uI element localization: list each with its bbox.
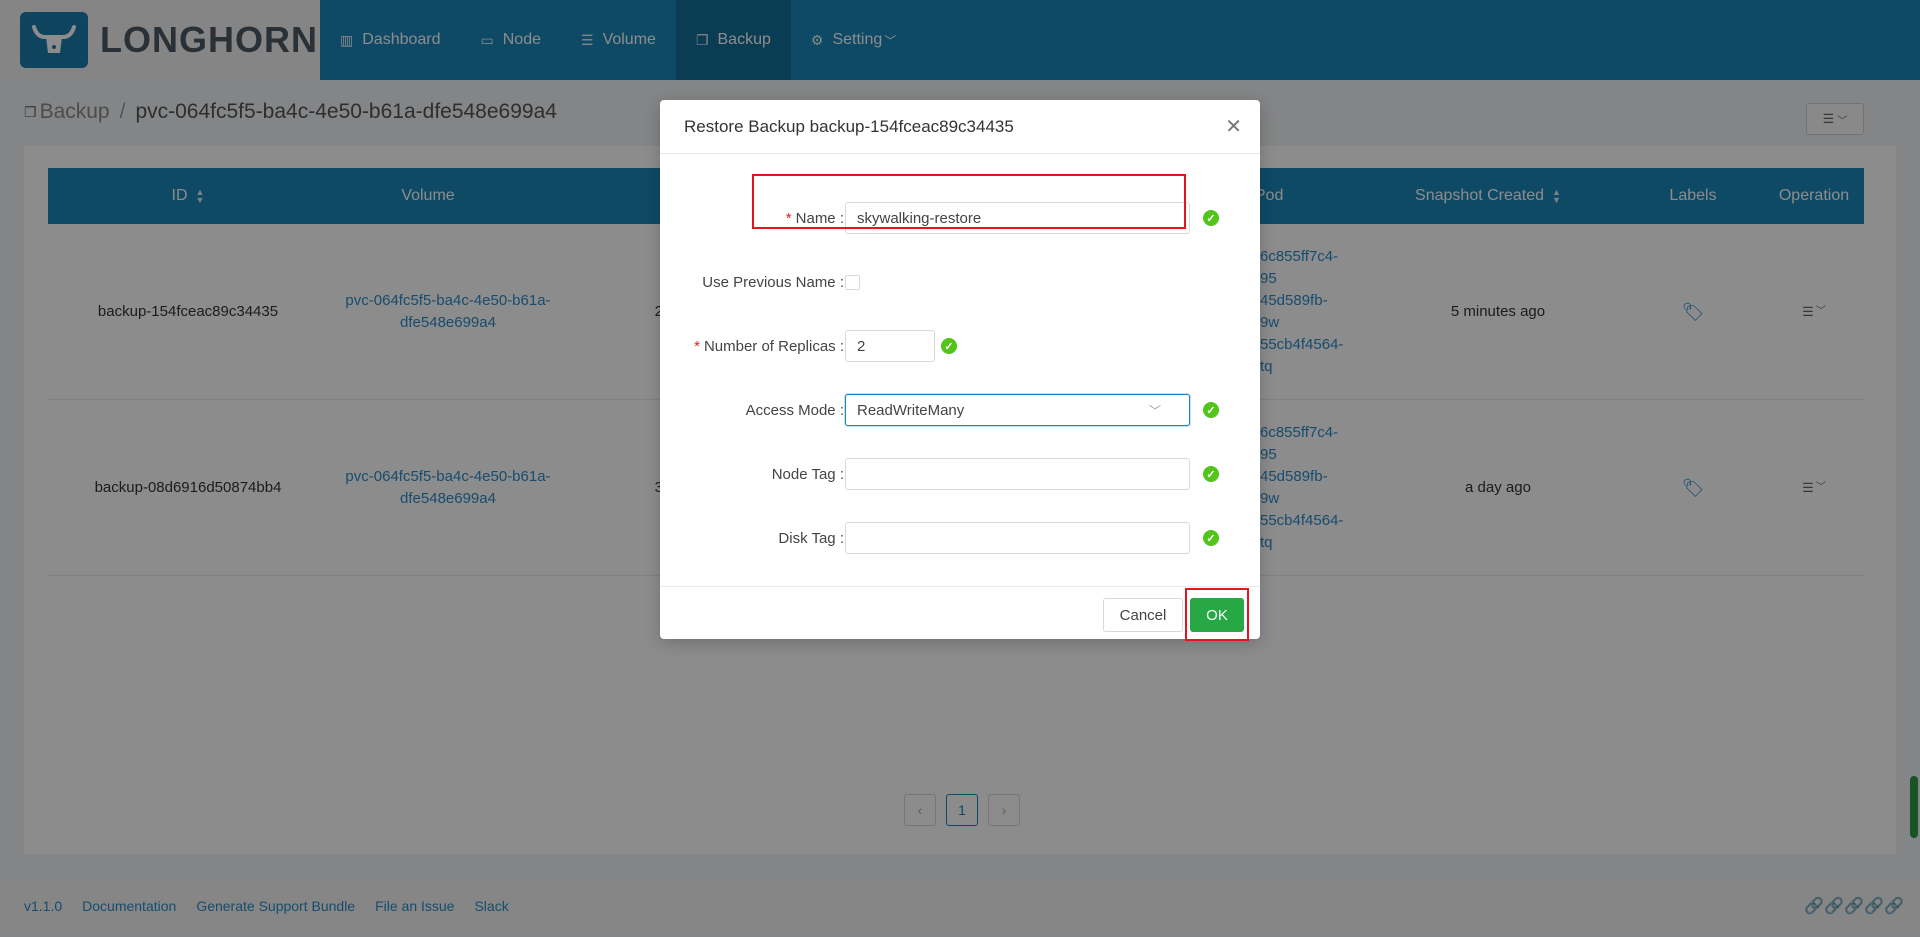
- modal-title: Restore Backup backup-154fceac89c34435: [684, 116, 1014, 136]
- name-label-text: Name: [795, 209, 836, 227]
- ok-button[interactable]: OK: [1190, 598, 1244, 632]
- name-row: * Name : skywalking-restore ✓: [660, 198, 1260, 238]
- use-previous-name-row: Use Previous Name :: [660, 262, 1260, 302]
- valid-check-icon: ✓: [1203, 210, 1219, 226]
- access-mode-label-text: Access Mode: [745, 401, 836, 419]
- access-mode-select[interactable]: ReadWriteMany ﹀: [845, 394, 1190, 426]
- cancel-button[interactable]: Cancel: [1103, 598, 1183, 632]
- replicas-label: * Number of Replicas :: [694, 337, 844, 355]
- replicas-row: * Number of Replicas : 2 ✓: [660, 326, 1260, 366]
- restore-backup-modal: Restore Backup backup-154fceac89c34435 ✕…: [660, 100, 1260, 641]
- replicas-label-text: Number of Replicas: [703, 337, 836, 355]
- access-mode-value: ReadWriteMany: [857, 401, 965, 419]
- disk-tag-select[interactable]: [845, 522, 1190, 554]
- name-input[interactable]: skywalking-restore: [845, 202, 1190, 234]
- modal-header: Restore Backup backup-154fceac89c34435: [660, 100, 1260, 154]
- chevron-down-icon: ﹀: [1148, 403, 1161, 418]
- node-tag-row: Node Tag : ✓: [660, 454, 1260, 494]
- required-mark: *: [785, 209, 792, 227]
- close-icon[interactable]: ✕: [1225, 114, 1242, 139]
- modal-footer: Cancel OK: [660, 586, 1260, 641]
- valid-check-icon: ✓: [941, 338, 957, 354]
- replicas-input[interactable]: 2: [845, 330, 935, 362]
- disk-tag-label-text: Disk Tag: [778, 529, 836, 547]
- name-label: * Name :: [785, 209, 844, 227]
- use-previous-name-label-text: Use Previous Name: [702, 273, 836, 291]
- node-tag-select[interactable]: [845, 458, 1190, 490]
- modal-body: * Name : skywalking-restore ✓ Use Previou…: [660, 154, 1260, 586]
- node-tag-label-text: Node Tag: [771, 465, 836, 483]
- valid-check-icon: ✓: [1203, 402, 1219, 418]
- disk-tag-row: Disk Tag : ✓: [660, 518, 1260, 558]
- access-mode-label: Access Mode :: [745, 401, 844, 419]
- valid-check-icon: ✓: [1203, 466, 1219, 482]
- node-tag-label: Node Tag :: [771, 465, 844, 483]
- use-previous-name-label: Use Previous Name :: [702, 273, 844, 291]
- required-mark: *: [694, 337, 700, 355]
- valid-check-icon: ✓: [1203, 530, 1219, 546]
- use-previous-name-checkbox[interactable]: [845, 274, 860, 290]
- disk-tag-label: Disk Tag :: [778, 529, 844, 547]
- access-mode-row: Access Mode : ReadWriteMany ﹀ ✓: [660, 390, 1260, 430]
